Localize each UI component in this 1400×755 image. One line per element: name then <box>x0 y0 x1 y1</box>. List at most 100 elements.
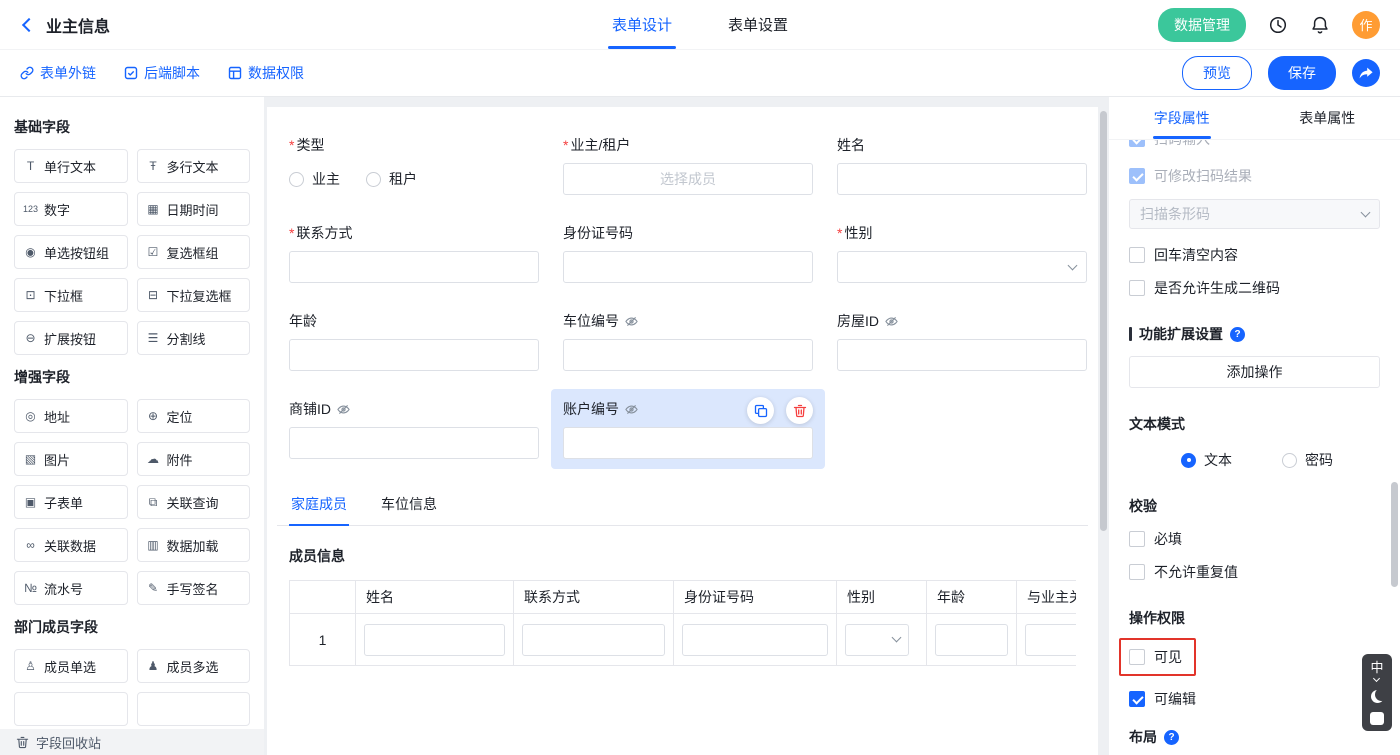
field-gender[interactable]: 性别 <box>825 213 1098 293</box>
account-no-input[interactable] <box>563 427 813 459</box>
field-item-member-single[interactable]: ♙成员单选 <box>14 649 128 683</box>
field-parking-no[interactable]: 车位编号 <box>551 301 825 381</box>
field-item-single-line-text[interactable]: T单行文本 <box>14 149 128 183</box>
age-input[interactable] <box>289 339 539 371</box>
radio-owner[interactable] <box>289 172 304 187</box>
id-number-input[interactable] <box>563 251 813 283</box>
field-item-location[interactable]: ⊕定位 <box>137 399 251 433</box>
external-link-button[interactable]: 表单外链 <box>20 63 96 83</box>
field-shop-id[interactable]: 商铺ID <box>277 389 551 469</box>
row-contact-input[interactable] <box>522 624 665 656</box>
field-owner-member[interactable]: 业主/租户 <box>551 125 825 205</box>
required-checkbox[interactable] <box>1129 531 1145 547</box>
field-name[interactable]: 姓名 <box>825 125 1098 205</box>
name-input[interactable] <box>837 163 1087 195</box>
field-item-dropdown-multi[interactable]: ⊟下拉复选框 <box>137 278 251 312</box>
preview-button[interactable]: 预览 <box>1182 56 1252 90</box>
member-picker-input[interactable] <box>563 163 813 195</box>
panel-scrollbar[interactable] <box>1391 482 1398 587</box>
field-age[interactable]: 年龄 <box>277 301 551 381</box>
text-mode-radio[interactable] <box>1181 453 1196 468</box>
field-item-related-data[interactable]: ∞关联数据 <box>14 528 128 562</box>
field-item-extend-button[interactable]: ⊖扩展按钮 <box>14 321 128 355</box>
tab-form-properties[interactable]: 表单属性 <box>1255 97 1400 139</box>
recycle-bin-label: 字段回收站 <box>36 733 101 752</box>
clear-on-enter-checkbox[interactable] <box>1129 247 1145 263</box>
shop-id-input[interactable] <box>289 427 539 459</box>
field-item-signature[interactable]: ✎手写签名 <box>137 571 251 605</box>
history-icon[interactable] <box>1268 15 1288 35</box>
field-house-id[interactable]: 房屋ID <box>825 301 1098 381</box>
language-toggle[interactable]: 中 <box>1370 661 1383 681</box>
contact-input[interactable] <box>289 251 539 283</box>
field-type[interactable]: 类型 业主 租户 <box>277 125 551 205</box>
field-item-subform[interactable]: ▣子表单 <box>14 485 128 519</box>
gender-select[interactable] <box>837 251 1087 283</box>
subform-title: 成员信息 <box>289 546 1076 566</box>
field-item-number[interactable]: 123数字 <box>14 192 128 226</box>
field-item-checkbox-group[interactable]: ☑复选框组 <box>137 235 251 269</box>
dark-mode-moon-icon[interactable] <box>1371 690 1384 703</box>
user-avatar[interactable]: 作 <box>1352 11 1380 39</box>
share-button[interactable] <box>1352 59 1380 87</box>
notification-bell-icon[interactable] <box>1310 15 1330 35</box>
copy-field-button[interactable] <box>747 397 774 424</box>
field-item-attachment[interactable]: ☁附件 <box>137 442 251 476</box>
field-item-clipped[interactable] <box>137 692 251 726</box>
add-operation-button[interactable]: 添加操作 <box>1129 356 1380 388</box>
member-multi-icon: ♟ <box>146 659 161 673</box>
field-recycle-bin[interactable]: 字段回收站 <box>0 729 264 755</box>
widget-square-icon[interactable] <box>1370 712 1384 725</box>
allow-qrcode-checkbox[interactable] <box>1129 280 1145 296</box>
field-contact[interactable]: 联系方式 <box>277 213 551 293</box>
field-item-radio-group[interactable]: ◉单选按钮组 <box>14 235 128 269</box>
save-button[interactable]: 保存 <box>1268 56 1336 90</box>
back-button[interactable] <box>20 16 38 34</box>
field-item-label: 数据加载 <box>167 536 219 555</box>
field-item-member-multi[interactable]: ♟成员多选 <box>137 649 251 683</box>
field-id-number[interactable]: 身份证号码 <box>551 213 825 293</box>
field-item-data-load[interactable]: ▥数据加载 <box>137 528 251 562</box>
row-gender-select[interactable] <box>845 624 909 656</box>
field-item-image[interactable]: ▧图片 <box>14 442 128 476</box>
tab-family-members[interactable]: 家庭成员 <box>289 483 349 525</box>
field-item-multi-line-text[interactable]: Ŧ多行文本 <box>137 149 251 183</box>
subform-header-row: 姓名 联系方式 身份证号码 性别 年龄 与业主关 <box>290 581 1077 614</box>
tab-field-properties[interactable]: 字段属性 <box>1109 97 1255 139</box>
parking-no-input[interactable] <box>563 339 813 371</box>
backend-script-button[interactable]: 后端脚本 <box>124 63 200 83</box>
field-item-address[interactable]: ◎地址 <box>14 399 128 433</box>
editable-checkbox[interactable] <box>1129 691 1145 707</box>
delete-field-button[interactable] <box>786 397 813 424</box>
row-name-input[interactable] <box>364 624 505 656</box>
visible-checkbox[interactable] <box>1129 649 1145 665</box>
tab-form-settings[interactable]: 表单设置 <box>728 0 788 49</box>
row-id-number-input[interactable] <box>682 624 828 656</box>
help-icon[interactable] <box>1230 327 1245 342</box>
field-item-clipped[interactable] <box>14 692 128 726</box>
row-relation-input[interactable] <box>1025 624 1076 656</box>
radio-tenant[interactable] <box>366 172 381 187</box>
data-permission-button[interactable]: 数据权限 <box>228 63 304 83</box>
password-mode-radio[interactable] <box>1282 453 1297 468</box>
field-item-divider[interactable]: ☰分割线 <box>137 321 251 355</box>
help-icon[interactable] <box>1164 730 1179 745</box>
field-account-no-selected[interactable]: 账户编号 <box>551 389 825 469</box>
scan-input-checkbox[interactable] <box>1129 140 1145 147</box>
field-item-related-query[interactable]: ⧉关联查询 <box>137 485 251 519</box>
copy-icon <box>754 404 768 418</box>
field-item-datetime[interactable]: ▦日期时间 <box>137 192 251 226</box>
house-id-input[interactable] <box>837 339 1087 371</box>
canvas-scrollbar[interactable] <box>1100 111 1107 531</box>
tab-parking-info[interactable]: 车位信息 <box>379 483 439 525</box>
radio-owner-label: 业主 <box>312 169 340 189</box>
data-manage-button[interactable]: 数据管理 <box>1158 8 1246 42</box>
barcode-select[interactable]: 扫描条形码 <box>1129 199 1380 229</box>
row-age-input[interactable] <box>935 624 1008 656</box>
field-item-dropdown[interactable]: ⊡下拉框 <box>14 278 128 312</box>
field-item-serial-number[interactable]: №流水号 <box>14 571 128 605</box>
modify-scan-result-checkbox[interactable] <box>1129 168 1145 184</box>
no-duplicate-checkbox[interactable] <box>1129 564 1145 580</box>
tab-form-design[interactable]: 表单设计 <box>612 0 672 49</box>
layout-title: 布局 <box>1129 727 1157 747</box>
